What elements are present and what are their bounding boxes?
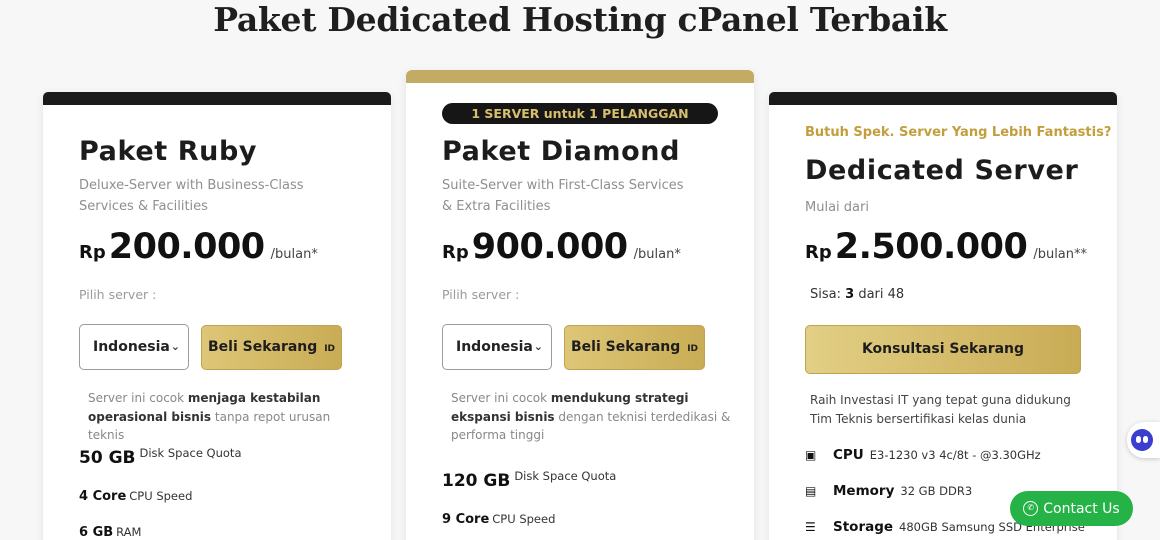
buy-now-label: Beli Sekarang <box>570 339 681 355</box>
bot-icon <box>1131 429 1153 451</box>
plan-note: Server ini cocok menjaga kestabilan oper… <box>88 389 368 445</box>
spec-ram: 6 GB RAM <box>79 521 141 540</box>
bot-eye <box>1143 436 1148 443</box>
flag-id: ID <box>687 344 699 354</box>
plan-price: Rp 2.500.000 /bulan** <box>805 227 1087 267</box>
plan-description: Deluxe-Server with Business-Class Servic… <box>79 178 304 214</box>
spec-label: Disk Space Quota <box>139 446 242 460</box>
chatbot-launcher[interactable] <box>1127 422 1160 458</box>
storage-icon: ☰ <box>805 520 816 534</box>
chevron-down-icon: ⌄ <box>533 340 543 353</box>
spec-value: 6 GB <box>79 525 114 540</box>
plan-card-dedicated: Butuh Spek. Server Yang Lebih Fantastis?… <box>769 92 1117 540</box>
contact-us-label: Contact Us <box>1043 500 1120 517</box>
spec-label: CPU Speed <box>129 489 193 503</box>
spec-label: RAM <box>116 525 142 539</box>
server-select[interactable]: Indonesia ⌄ <box>79 324 189 370</box>
cpu-icon: ▣ <box>805 448 817 462</box>
featured-ribbon: 1 SERVER untuk 1 PELANGGAN <box>442 103 718 124</box>
bot-eye <box>1136 436 1141 443</box>
note-text: Server ini cocok <box>88 391 188 405</box>
buy-now-button[interactable]: Beli Sekarang ID <box>564 325 705 370</box>
spec-value: 32 GB DDR3 <box>900 484 973 498</box>
price-amount: 2.500.000 <box>834 227 1028 267</box>
page-title: Paket Dedicated Hosting cPanel Terbaik <box>213 0 947 39</box>
spec-label: CPU Speed <box>492 512 556 526</box>
plan-price: Rp 900.000 /bulan* <box>442 227 681 267</box>
price-amount: 900.000 <box>471 227 628 267</box>
spec-cpu: ▣ CPU E3-1230 v3 4c/8t - @3.30GHz <box>805 447 1041 463</box>
plan-note: Server ini cocok mendukung strategi eksp… <box>451 389 731 445</box>
server-select-label: Pilih server : <box>79 287 157 302</box>
price-period: /bulan** <box>1033 247 1088 262</box>
plan-name: Dedicated Server <box>805 155 1079 186</box>
price-period: /bulan* <box>270 247 318 262</box>
server-select-value: Indonesia <box>93 339 170 355</box>
card-top-bar <box>406 70 754 83</box>
spec-label: CPU <box>833 447 864 463</box>
chevron-down-icon: ⌄ <box>170 340 180 353</box>
plan-name: Paket Ruby <box>79 136 258 167</box>
currency: Rp <box>805 242 832 263</box>
stock-total: dari 48 <box>858 287 905 302</box>
card-eyebrow: Butuh Spek. Server Yang Lebih Fantastis? <box>805 125 1112 140</box>
server-select[interactable]: Indonesia ⌄ <box>442 324 552 370</box>
stock-remaining: Sisa: 3 dari 48 <box>810 287 904 302</box>
spec-disk: 50 GB Disk Space Quota <box>79 446 242 468</box>
card-top-bar <box>769 92 1117 105</box>
currency: Rp <box>79 242 106 263</box>
stock-count: 3 <box>845 287 855 302</box>
spec-cpu: 4 Core CPU Speed <box>79 485 192 504</box>
spec-value: 120 GB <box>442 471 511 491</box>
note-text: Server ini cocok <box>451 391 551 405</box>
spec-value: 4 Core <box>79 489 127 504</box>
spec-label: Disk Space Quota <box>514 469 617 483</box>
spec-value: E3-1230 v3 4c/8t - @3.30GHz <box>869 448 1041 462</box>
buy-now-button[interactable]: Beli Sekarang ID <box>201 325 342 370</box>
currency: Rp <box>442 242 469 263</box>
price-period: /bulan* <box>633 247 681 262</box>
plan-card-ruby: Paket Ruby Deluxe-Server with Business-C… <box>43 92 391 540</box>
spec-value: 9 Core <box>442 512 490 527</box>
plan-description: Suite-Server with First-Class Services &… <box>442 178 684 214</box>
consult-now-button[interactable]: Konsultasi Sekarang <box>805 325 1081 374</box>
spec-value: 50 GB <box>79 448 136 468</box>
price-amount: 200.000 <box>108 227 265 267</box>
spec-label: Storage <box>833 519 894 535</box>
plan-name: Paket Diamond <box>442 136 681 167</box>
spec-label: Memory <box>833 483 895 499</box>
card-top-bar <box>43 92 391 105</box>
flag-id: ID <box>324 344 336 354</box>
price-prefix: Mulai dari <box>805 200 869 215</box>
stock-label: Sisa: <box>810 287 841 302</box>
plan-card-diamond: 1 SERVER untuk 1 PELANGGAN Paket Diamond… <box>406 70 754 540</box>
spec-memory: ▤ Memory 32 GB DDR3 <box>805 483 972 499</box>
plan-note: Raih Investasi IT yang tepat guna diduku… <box>810 393 1071 426</box>
spec-disk: 120 GB Disk Space Quota <box>442 469 616 491</box>
plan-price: Rp 200.000 /bulan* <box>79 227 318 267</box>
server-select-label: Pilih server : <box>442 287 520 302</box>
spec-cpu: 9 Core CPU Speed <box>442 508 555 527</box>
whatsapp-icon: ✆ <box>1023 501 1039 516</box>
contact-us-button[interactable]: ✆ Contact Us <box>1010 491 1133 526</box>
buy-now-label: Beli Sekarang <box>207 339 318 355</box>
memory-icon: ▤ <box>805 484 817 498</box>
server-select-value: Indonesia <box>456 339 533 355</box>
